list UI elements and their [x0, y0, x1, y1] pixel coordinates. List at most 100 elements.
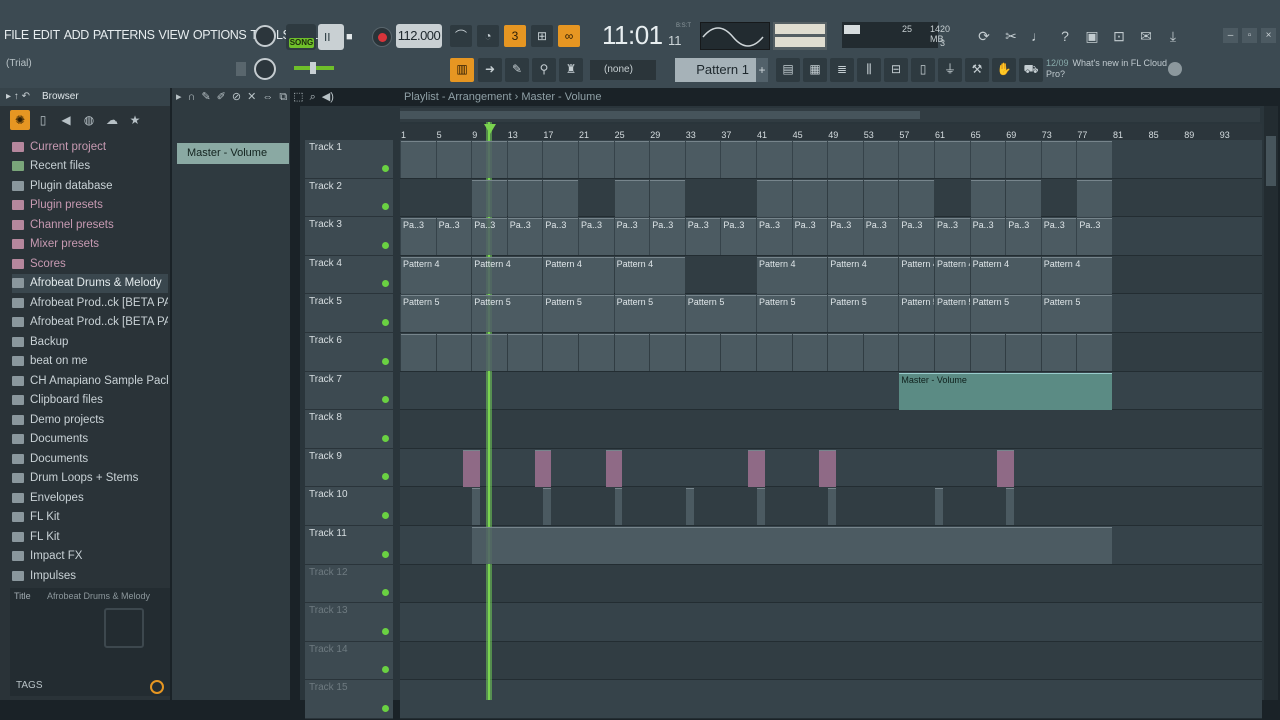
pattern-clip[interactable] — [997, 449, 1015, 487]
pattern-clip[interactable]: Pattern 4 — [614, 256, 685, 294]
magnet-icon[interactable]: ∩ — [188, 88, 196, 106]
track-mute-led[interactable] — [382, 666, 389, 674]
track-mute-led[interactable] — [382, 473, 389, 481]
track-header[interactable]: Track 4 — [305, 255, 393, 295]
pattern-selector[interactable]: Pattern 1 — [675, 58, 757, 82]
browser-item[interactable]: Afrobeat Drums & Melody — [12, 273, 168, 293]
pattern-clip[interactable]: Pattern 5 — [935, 295, 970, 333]
track-header[interactable]: Track 9 — [305, 448, 393, 488]
browser-item[interactable]: Documents — [12, 449, 168, 469]
master-volume-knob[interactable] — [254, 58, 276, 80]
pattern-clip[interactable] — [436, 141, 472, 178]
track-lane[interactable] — [400, 410, 1262, 449]
plugin-picker-icon[interactable]: ⊟ — [884, 58, 908, 82]
all-files-tab-icon[interactable]: ✺ — [10, 110, 30, 130]
browser-item[interactable]: Channel presets — [12, 215, 168, 235]
browser-item[interactable]: Recent files — [12, 157, 168, 177]
pattern-clip[interactable] — [1077, 179, 1112, 217]
pattern-clip[interactable]: Pa..3 — [1006, 218, 1041, 256]
pattern-clip[interactable]: Pa..3 — [935, 218, 970, 256]
pattern-clip[interactable]: Pattern 4 — [1041, 256, 1112, 294]
pattern-clip[interactable] — [605, 449, 623, 487]
pattern-clip[interactable] — [534, 449, 552, 487]
pattern-clip[interactable] — [757, 141, 792, 178]
browser-item[interactable]: Impact FX — [12, 547, 168, 567]
pattern-clip[interactable]: Pattern 4 — [828, 256, 899, 294]
pattern-clip[interactable]: Pattern 5 — [970, 295, 1041, 333]
pattern-clip[interactable] — [863, 334, 899, 371]
pattern-clip[interactable]: Pa..3 — [436, 218, 472, 256]
pattern-clip[interactable] — [1041, 141, 1077, 178]
track-header[interactable]: Track 10 — [305, 487, 393, 526]
pattern-clip[interactable]: Pattern 5 — [472, 295, 543, 333]
slice-icon[interactable]: ⧉ — [279, 88, 287, 106]
pattern-clip[interactable]: Pattern 4 — [899, 256, 934, 294]
mixer-icon[interactable]: ≣ — [830, 58, 854, 82]
pattern-clip[interactable] — [721, 141, 756, 178]
search-icon[interactable] — [150, 680, 164, 694]
pattern-clip[interactable] — [650, 141, 685, 178]
track-lane[interactable] — [400, 371, 1262, 411]
stamp-icon[interactable]: ♜ — [559, 58, 583, 82]
plugins-tab-icon[interactable]: ◍ — [79, 110, 99, 130]
pattern-clip[interactable] — [721, 334, 756, 371]
track-header[interactable]: Track 5 — [305, 294, 393, 333]
pattern-clip[interactable]: Pattern 5 — [543, 295, 614, 333]
browser-item[interactable]: Afrobeat Prod..ck [BETA PACK] — [12, 313, 168, 333]
track-mute-led[interactable] — [382, 280, 389, 288]
pattern-clip[interactable] — [685, 334, 721, 371]
browser-item[interactable]: CH Amapiano Sample Pack 1 — [12, 371, 168, 391]
browser-item[interactable]: Documents — [12, 430, 168, 450]
pattern-clip[interactable] — [899, 141, 934, 178]
pattern-clip[interactable]: Pattern 4 — [543, 256, 614, 294]
pattern-clip[interactable] — [970, 141, 1006, 178]
audio-tab-icon[interactable]: ◀ — [56, 110, 76, 130]
pattern-clip[interactable] — [614, 141, 650, 178]
record-button[interactable] — [372, 27, 392, 47]
browser-item[interactable]: Clipboard files — [12, 391, 168, 411]
picker-item-master-volume[interactable]: Master - Volume — [177, 143, 289, 164]
pattern-clip[interactable] — [650, 179, 685, 217]
playback-icon[interactable]: ◀) — [322, 88, 334, 106]
menu-view[interactable]: VIEW — [159, 28, 190, 42]
track-mute-led[interactable] — [382, 164, 389, 172]
loop-record-icon[interactable]: ∞ — [558, 25, 580, 47]
pattern-clip[interactable] — [757, 179, 792, 217]
download-icon[interactable]: ⤓ — [1162, 25, 1184, 47]
render-icon[interactable]: ⊡ — [1108, 25, 1130, 47]
track-mute-led[interactable] — [382, 511, 389, 519]
pattern-clip[interactable] — [1006, 334, 1041, 371]
news-panel[interactable]: 12/09 What's new in FL Cloud Pro? — [1046, 58, 1186, 84]
wait-icon[interactable]: ◔ — [477, 25, 499, 47]
track-header[interactable]: Track 6 — [305, 333, 393, 372]
menu-add[interactable]: ADD — [64, 28, 90, 42]
pattern-clip[interactable] — [1006, 141, 1041, 178]
pattern-clip[interactable] — [899, 334, 934, 371]
minimize-icon[interactable]: – — [1223, 28, 1238, 43]
track-mute-led[interactable] — [382, 589, 389, 597]
pattern-clip[interactable]: Pattern 5 — [685, 295, 756, 333]
chat-icon[interactable]: ✉ — [1135, 25, 1157, 47]
browser-item[interactable]: Plugin presets — [12, 196, 168, 216]
track-lane[interactable] — [400, 641, 1262, 681]
pattern-clip[interactable] — [1077, 141, 1112, 178]
shop-icon[interactable]: ⛟ — [1019, 58, 1043, 82]
plug-icon[interactable]: ⏚ — [938, 58, 962, 82]
pattern-clip[interactable]: Pa..3 — [507, 218, 543, 256]
pattern-clip[interactable] — [970, 334, 1006, 371]
pattern-clip[interactable] — [899, 179, 934, 217]
pattern-clip[interactable] — [828, 179, 863, 217]
browser-item[interactable]: Demo projects — [12, 410, 168, 430]
microphone-icon[interactable]: ♩ — [1027, 25, 1049, 47]
help-icon[interactable]: ? — [1054, 25, 1076, 47]
browser-item[interactable]: Plugin database — [12, 176, 168, 196]
playlist-scrollbar[interactable] — [400, 108, 1260, 122]
pattern-song-knob-icon[interactable] — [254, 25, 276, 47]
pattern-clip[interactable] — [828, 488, 837, 526]
pattern-clip[interactable] — [1041, 334, 1077, 371]
select-icon[interactable]: ⬚ — [293, 88, 303, 106]
pattern-clip[interactable] — [463, 449, 481, 487]
pattern-clip[interactable] — [543, 334, 578, 371]
pattern-clip[interactable] — [1006, 179, 1041, 217]
browser-icon[interactable]: ▯ — [911, 58, 935, 82]
